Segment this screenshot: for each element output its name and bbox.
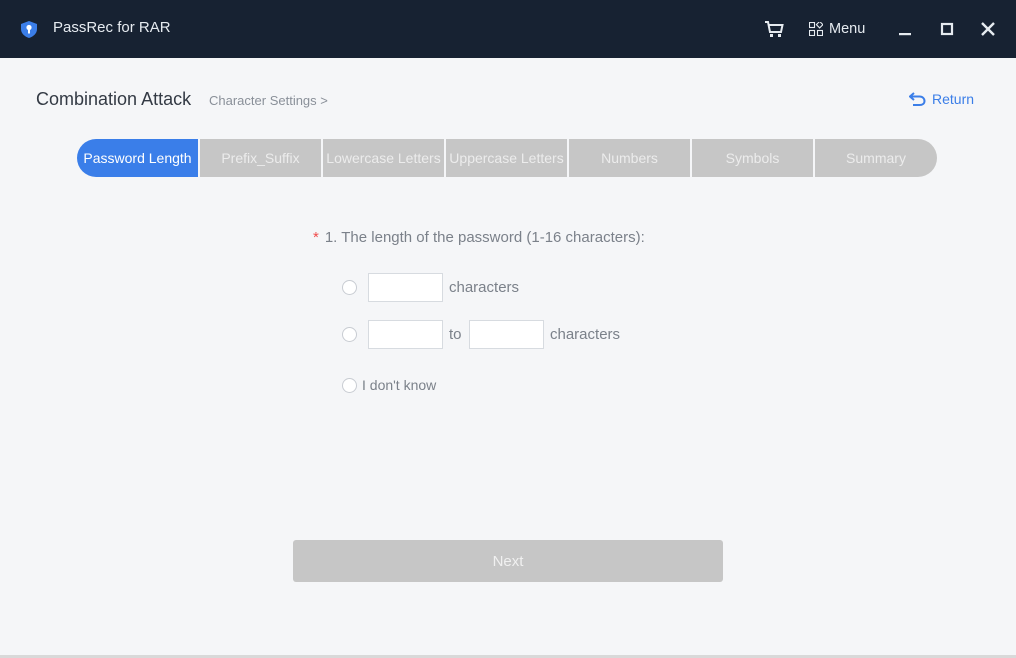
radio-unknown-length[interactable]	[342, 378, 357, 393]
tab-uppercase-letters[interactable]: Uppercase Letters	[446, 139, 567, 177]
breadcrumb[interactable]: Character Settings >	[209, 93, 328, 108]
return-button[interactable]: Return	[909, 91, 974, 107]
menu-button[interactable]: Menu	[809, 18, 865, 40]
minimize-button[interactable]	[898, 18, 920, 40]
close-button[interactable]	[980, 18, 1002, 40]
maximize-icon	[940, 22, 954, 36]
return-arrow-icon	[909, 92, 926, 106]
tab-password-length[interactable]: Password Length	[77, 139, 198, 177]
close-icon	[981, 22, 995, 36]
exact-length-suffix: characters	[449, 279, 520, 296]
range-to-label: to	[449, 326, 462, 343]
shield-key-icon	[21, 21, 37, 38]
menu-label: Menu	[829, 21, 866, 37]
page-title: Combination Attack	[36, 89, 192, 109]
tab-symbols[interactable]: Symbols	[692, 139, 813, 177]
unknown-length-label[interactable]: I don't know	[362, 377, 436, 393]
radio-length-range[interactable]	[342, 327, 357, 342]
range-to-input[interactable]	[469, 320, 544, 349]
range-from-input[interactable]	[368, 320, 443, 349]
minimize-icon	[899, 33, 911, 36]
radio-exact-length[interactable]	[342, 280, 357, 295]
range-suffix: characters	[550, 326, 621, 343]
grid-menu-icon	[809, 22, 823, 36]
cart-button[interactable]	[764, 18, 786, 40]
tab-summary[interactable]: Summary	[815, 139, 937, 177]
length-question: * 1. The length of the password (1-16 cha…	[313, 229, 645, 246]
exact-length-input[interactable]	[368, 273, 443, 302]
title-bar: PassRec for RAR Menu	[0, 0, 1016, 58]
step-tabs: Password Length Prefix_Suffix Lowercase …	[77, 139, 937, 177]
tab-prefix-suffix[interactable]: Prefix_Suffix	[200, 139, 321, 177]
maximize-button[interactable]	[940, 18, 962, 40]
next-button[interactable]: Next	[293, 540, 723, 582]
app-title: PassRec for RAR	[53, 19, 171, 36]
question-text: 1. The length of the password (1-16 char…	[324, 229, 645, 246]
cart-icon	[765, 21, 784, 37]
tab-numbers[interactable]: Numbers	[569, 139, 690, 177]
return-label: Return	[932, 91, 975, 107]
tab-lowercase-letters[interactable]: Lowercase Letters	[323, 139, 444, 177]
required-mark: *	[313, 229, 319, 246]
